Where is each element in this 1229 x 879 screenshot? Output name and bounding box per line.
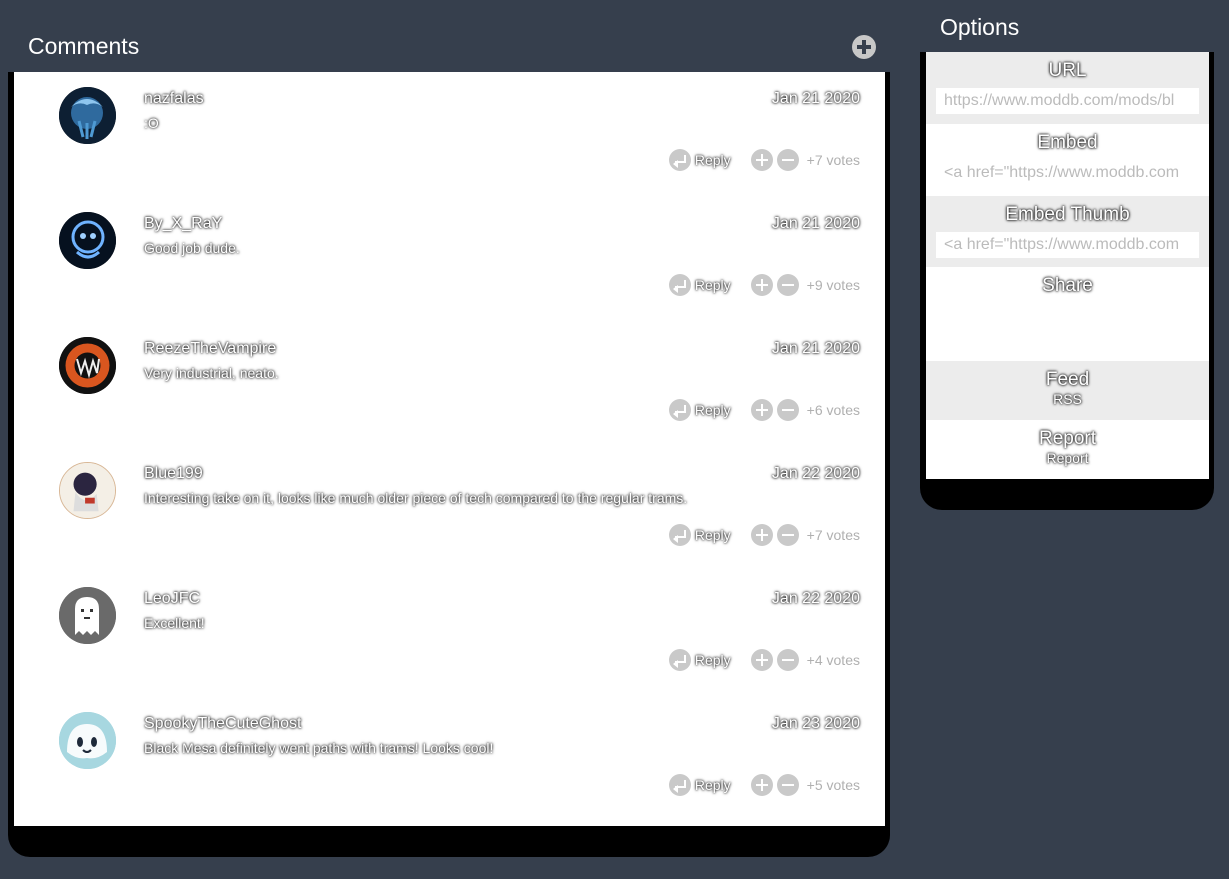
- comment-username[interactable]: Blue199: [144, 465, 203, 483]
- embed-row: Embed: [926, 124, 1209, 196]
- rss-link[interactable]: RSS: [926, 391, 1209, 407]
- vote-count: +7 votes: [806, 152, 860, 168]
- comment-date[interactable]: Jan 21 2020: [772, 340, 860, 358]
- report-link[interactable]: Report: [926, 450, 1209, 466]
- comment-actions: Reply +7 votes: [668, 523, 860, 547]
- embed-thumb-row: Embed Thumb: [926, 196, 1209, 267]
- reply-button[interactable]: Reply: [668, 649, 731, 671]
- avatar[interactable]: [59, 212, 116, 269]
- comment-username[interactable]: By_X_RaY: [144, 215, 222, 233]
- reply-icon: [668, 524, 691, 546]
- report-label: Report: [1038, 428, 1097, 449]
- downvote-icon[interactable]: [776, 649, 799, 671]
- avatar[interactable]: [59, 462, 116, 519]
- comment-date[interactable]: Jan 21 2020: [772, 215, 860, 233]
- reply-label: Reply: [694, 152, 731, 168]
- downvote-icon[interactable]: [776, 774, 799, 796]
- reply-label: Reply: [694, 402, 731, 418]
- reply-icon: [668, 774, 691, 796]
- reply-button[interactable]: Reply: [668, 524, 731, 546]
- embed-field[interactable]: [936, 160, 1199, 186]
- comments-list: nazfalas Jan 21 2020 :O Reply +7 votes B…: [14, 72, 885, 826]
- feed-row: Feed RSS: [926, 361, 1209, 420]
- embed-thumb-label: Embed Thumb: [1005, 204, 1130, 225]
- comment-date[interactable]: Jan 22 2020: [772, 590, 860, 608]
- share-row: Share: [926, 267, 1209, 361]
- reply-button[interactable]: Reply: [668, 774, 731, 796]
- url-label: URL: [1048, 60, 1087, 81]
- comment-date[interactable]: Jan 21 2020: [772, 90, 860, 108]
- reply-label: Reply: [694, 652, 731, 668]
- reply-label: Reply: [694, 277, 731, 293]
- reply-icon: [668, 149, 691, 171]
- comment-text: Very industrial, neato.: [144, 365, 279, 381]
- upvote-icon[interactable]: [750, 399, 773, 421]
- comment-actions: Reply +7 votes: [668, 148, 860, 172]
- upvote-icon[interactable]: [750, 274, 773, 296]
- vote-count: +4 votes: [806, 652, 860, 668]
- comment-date[interactable]: Jan 23 2020: [772, 715, 860, 733]
- comment-actions: Reply +4 votes: [668, 648, 860, 672]
- comment-text: Good job dude.: [144, 240, 240, 256]
- url-field[interactable]: [936, 88, 1199, 114]
- add-comment-icon[interactable]: [852, 35, 876, 59]
- avatar[interactable]: [59, 337, 116, 394]
- vote-count: +9 votes: [806, 277, 860, 293]
- comment-actions: Reply +5 votes: [668, 773, 860, 797]
- share-label: Share: [1042, 275, 1093, 296]
- comments-title: Comments: [28, 33, 140, 59]
- upvote-icon[interactable]: [750, 149, 773, 171]
- vote-count: +5 votes: [806, 777, 860, 793]
- vote-count: +6 votes: [806, 402, 860, 418]
- embed-label: Embed: [1037, 132, 1098, 153]
- downvote-icon[interactable]: [776, 524, 799, 546]
- comment-item: SpookyTheCuteGhost Jan 23 2020 Black Mes…: [14, 697, 885, 822]
- feed-label: Feed: [1045, 369, 1090, 390]
- comment-username[interactable]: LeoJFC: [144, 590, 200, 608]
- report-row: Report Report: [926, 420, 1209, 479]
- comment-text: Interesting take on it, looks like much …: [144, 490, 688, 506]
- comment-actions: Reply +9 votes: [668, 273, 860, 297]
- downvote-icon[interactable]: [776, 399, 799, 421]
- comment-text: Black Mesa definitely went paths with tr…: [144, 740, 494, 756]
- reply-button[interactable]: Reply: [668, 274, 731, 296]
- upvote-icon[interactable]: [750, 649, 773, 671]
- reply-label: Reply: [694, 777, 731, 793]
- downvote-icon[interactable]: [776, 274, 799, 296]
- comment-username[interactable]: nazfalas: [144, 90, 204, 108]
- avatar[interactable]: [59, 87, 116, 144]
- comments-panel: nazfalas Jan 21 2020 :O Reply +7 votes B…: [8, 72, 890, 857]
- avatar[interactable]: [59, 712, 116, 769]
- embed-thumb-field[interactable]: [936, 232, 1199, 258]
- comment-text: Excellent!: [144, 615, 205, 631]
- comment-item: By_X_RaY Jan 21 2020 Good job dude. Repl…: [14, 197, 885, 322]
- comment-username[interactable]: ReezeTheVampire: [144, 340, 276, 358]
- reply-button[interactable]: Reply: [668, 149, 731, 171]
- options-title: Options: [940, 14, 1020, 40]
- upvote-icon[interactable]: [750, 774, 773, 796]
- reply-icon: [668, 399, 691, 421]
- reply-icon: [668, 649, 691, 671]
- url-row: URL: [926, 52, 1209, 124]
- comment-date[interactable]: Jan 22 2020: [772, 465, 860, 483]
- avatar[interactable]: [59, 587, 116, 644]
- options-panel: URL Embed Embed Thumb Share Feed RSS Rep…: [920, 52, 1214, 510]
- comment-text: :O: [144, 115, 159, 131]
- reply-icon: [668, 274, 691, 296]
- downvote-icon[interactable]: [776, 149, 799, 171]
- reply-label: Reply: [694, 527, 731, 543]
- comment-item: nazfalas Jan 21 2020 :O Reply +7 votes: [14, 72, 885, 197]
- comment-item: ReezeTheVampire Jan 21 2020 Very industr…: [14, 322, 885, 447]
- comment-item: LeoJFC Jan 22 2020 Excellent! Reply +4 v…: [14, 572, 885, 697]
- upvote-icon[interactable]: [750, 524, 773, 546]
- reply-button[interactable]: Reply: [668, 399, 731, 421]
- comment-username[interactable]: SpookyTheCuteGhost: [144, 715, 301, 733]
- comment-item: Blue199 Jan 22 2020 Interesting take on …: [14, 447, 885, 572]
- comment-actions: Reply +6 votes: [668, 398, 860, 422]
- vote-count: +7 votes: [806, 527, 860, 543]
